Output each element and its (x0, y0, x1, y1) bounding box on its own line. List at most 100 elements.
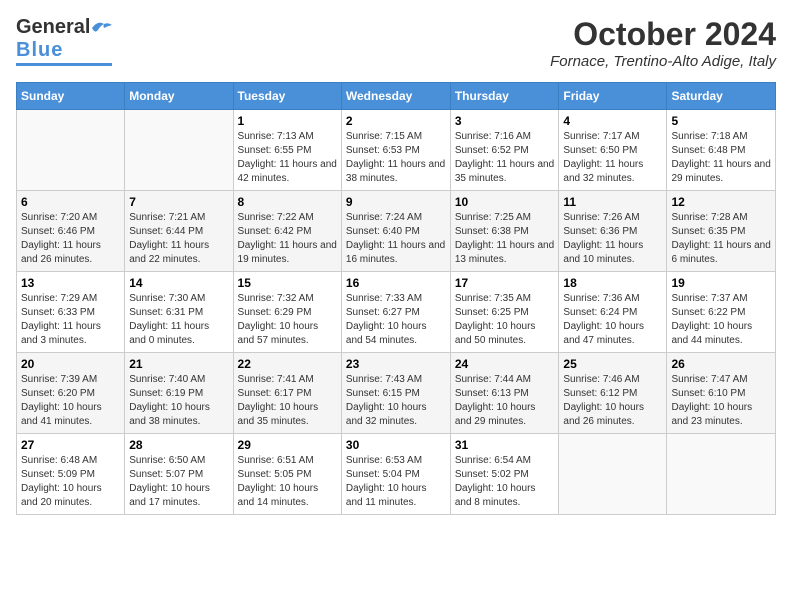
day-detail: Sunrise: 7:20 AM Sunset: 6:46 PM Dayligh… (21, 211, 120, 267)
calendar-cell: 22 Sunrise: 7:41 AM Sunset: 6:17 PM Dayli… (233, 353, 341, 434)
month-title: October 2024 (550, 16, 776, 53)
calendar-cell (667, 434, 776, 515)
day-number: 11 (563, 195, 662, 209)
day-detail: Sunrise: 7:41 AM Sunset: 6:17 PM Dayligh… (238, 373, 337, 429)
day-detail: Sunrise: 7:17 AM Sunset: 6:50 PM Dayligh… (563, 130, 662, 186)
calendar-cell (559, 434, 667, 515)
logo-general: General (16, 16, 90, 39)
col-header-monday: Monday (125, 83, 233, 110)
calendar-cell: 17Sunrise: 7:35 AM Sunset: 6:25 PM Dayli… (450, 272, 559, 353)
day-number: 22 (238, 357, 337, 371)
calendar-cell: 28 Sunrise: 6:50 AM Sunset: 5:07 PM Dayli… (125, 434, 233, 515)
calendar-cell: 12Sunrise: 7:28 AM Sunset: 6:35 PM Dayli… (667, 191, 776, 272)
day-detail: Sunrise: 6:48 AM Sunset: 5:09 PM Dayligh… (21, 454, 120, 510)
day-number: 10 (455, 195, 555, 209)
day-detail: Sunrise: 7:43 AM Sunset: 6:15 PM Dayligh… (346, 373, 446, 429)
day-detail: Sunrise: 7:21 AM Sunset: 6:44 PM Dayligh… (129, 211, 228, 267)
calendar-cell: 3 Sunrise: 7:16 AM Sunset: 6:52 PM Daylig… (450, 110, 559, 191)
day-detail: Sunrise: 7:28 AM Sunset: 6:35 PM Dayligh… (671, 211, 771, 267)
day-detail: Sunrise: 7:29 AM Sunset: 6:33 PM Dayligh… (21, 292, 120, 348)
page-header: General Blue October 2024 Fornace, Trent… (16, 16, 776, 70)
day-detail: Sunrise: 6:53 AM Sunset: 5:04 PM Dayligh… (346, 454, 446, 510)
calendar-cell: 21 Sunrise: 7:40 AM Sunset: 6:19 PM Dayli… (125, 353, 233, 434)
calendar-cell: 29 Sunrise: 6:51 AM Sunset: 5:05 PM Dayli… (233, 434, 341, 515)
day-detail: Sunrise: 7:39 AM Sunset: 6:20 PM Dayligh… (21, 373, 120, 429)
calendar-cell: 13 Sunrise: 7:29 AM Sunset: 6:33 PM Dayli… (17, 272, 125, 353)
calendar-cell (17, 110, 125, 191)
day-detail: Sunrise: 7:35 AM Sunset: 6:25 PM Dayligh… (455, 292, 555, 348)
col-header-tuesday: Tuesday (233, 83, 341, 110)
day-detail: Sunrise: 6:54 AM Sunset: 5:02 PM Dayligh… (455, 454, 555, 510)
day-number: 3 (455, 114, 555, 128)
day-detail: Sunrise: 7:40 AM Sunset: 6:19 PM Dayligh… (129, 373, 228, 429)
day-number: 1 (238, 114, 337, 128)
day-detail: Sunrise: 7:30 AM Sunset: 6:31 PM Dayligh… (129, 292, 228, 348)
logo-bird-icon (90, 20, 112, 36)
calendar-cell: 4 Sunrise: 7:17 AM Sunset: 6:50 PM Daylig… (559, 110, 667, 191)
calendar-cell: 5 Sunrise: 7:18 AM Sunset: 6:48 PM Daylig… (667, 110, 776, 191)
day-number: 20 (21, 357, 120, 371)
day-detail: Sunrise: 6:51 AM Sunset: 5:05 PM Dayligh… (238, 454, 337, 510)
day-number: 9 (346, 195, 446, 209)
day-detail: Sunrise: 7:16 AM Sunset: 6:52 PM Dayligh… (455, 130, 555, 186)
day-number: 29 (238, 438, 337, 452)
day-detail: Sunrise: 7:37 AM Sunset: 6:22 PM Dayligh… (671, 292, 771, 348)
logo: General Blue (16, 16, 112, 66)
calendar-cell: 20 Sunrise: 7:39 AM Sunset: 6:20 PM Dayli… (17, 353, 125, 434)
calendar-cell: 1 Sunrise: 7:13 AM Sunset: 6:55 PM Daylig… (233, 110, 341, 191)
calendar-cell: 26 Sunrise: 7:47 AM Sunset: 6:10 PM Dayli… (667, 353, 776, 434)
calendar-table: SundayMondayTuesdayWednesdayThursdayFrid… (16, 82, 776, 515)
day-detail: Sunrise: 7:13 AM Sunset: 6:55 PM Dayligh… (238, 130, 337, 186)
day-number: 16 (346, 276, 446, 290)
day-detail: Sunrise: 7:47 AM Sunset: 6:10 PM Dayligh… (671, 373, 771, 429)
day-detail: Sunrise: 7:18 AM Sunset: 6:48 PM Dayligh… (671, 130, 771, 186)
day-number: 13 (21, 276, 120, 290)
col-header-friday: Friday (559, 83, 667, 110)
day-detail: Sunrise: 7:44 AM Sunset: 6:13 PM Dayligh… (455, 373, 555, 429)
calendar-cell: 6 Sunrise: 7:20 AM Sunset: 6:46 PM Daylig… (17, 191, 125, 272)
day-number: 21 (129, 357, 228, 371)
calendar-cell (125, 110, 233, 191)
day-detail: Sunrise: 7:46 AM Sunset: 6:12 PM Dayligh… (563, 373, 662, 429)
calendar-cell: 14 Sunrise: 7:30 AM Sunset: 6:31 PM Dayli… (125, 272, 233, 353)
day-number: 14 (129, 276, 228, 290)
day-number: 4 (563, 114, 662, 128)
location-subtitle: Fornace, Trentino-Alto Adige, Italy (550, 53, 776, 70)
calendar-cell: 8 Sunrise: 7:22 AM Sunset: 6:42 PM Daylig… (233, 191, 341, 272)
day-detail: Sunrise: 7:32 AM Sunset: 6:29 PM Dayligh… (238, 292, 337, 348)
calendar-cell: 19Sunrise: 7:37 AM Sunset: 6:22 PM Dayli… (667, 272, 776, 353)
day-detail: Sunrise: 7:15 AM Sunset: 6:53 PM Dayligh… (346, 130, 446, 186)
day-number: 2 (346, 114, 446, 128)
day-number: 8 (238, 195, 337, 209)
day-number: 24 (455, 357, 555, 371)
day-detail: Sunrise: 7:24 AM Sunset: 6:40 PM Dayligh… (346, 211, 446, 267)
day-number: 31 (455, 438, 555, 452)
col-header-wednesday: Wednesday (341, 83, 450, 110)
calendar-cell: 2 Sunrise: 7:15 AM Sunset: 6:53 PM Daylig… (341, 110, 450, 191)
day-detail: Sunrise: 7:36 AM Sunset: 6:24 PM Dayligh… (563, 292, 662, 348)
calendar-cell: 16Sunrise: 7:33 AM Sunset: 6:27 PM Dayli… (341, 272, 450, 353)
col-header-sunday: Sunday (17, 83, 125, 110)
day-number: 18 (563, 276, 662, 290)
calendar-cell: 7 Sunrise: 7:21 AM Sunset: 6:44 PM Daylig… (125, 191, 233, 272)
day-number: 5 (671, 114, 771, 128)
day-number: 7 (129, 195, 228, 209)
logo-blue: Blue (16, 39, 63, 62)
day-number: 6 (21, 195, 120, 209)
day-number: 30 (346, 438, 446, 452)
calendar-cell: 10Sunrise: 7:25 AM Sunset: 6:38 PM Dayli… (450, 191, 559, 272)
calendar-cell: 30 Sunrise: 6:53 AM Sunset: 5:04 PM Dayli… (341, 434, 450, 515)
day-detail: Sunrise: 7:26 AM Sunset: 6:36 PM Dayligh… (563, 211, 662, 267)
day-number: 23 (346, 357, 446, 371)
day-detail: Sunrise: 6:50 AM Sunset: 5:07 PM Dayligh… (129, 454, 228, 510)
day-number: 28 (129, 438, 228, 452)
calendar-cell: 11 Sunrise: 7:26 AM Sunset: 6:36 PM Dayli… (559, 191, 667, 272)
day-detail: Sunrise: 7:22 AM Sunset: 6:42 PM Dayligh… (238, 211, 337, 267)
col-header-thursday: Thursday (450, 83, 559, 110)
calendar-cell: 9 Sunrise: 7:24 AM Sunset: 6:40 PM Daylig… (341, 191, 450, 272)
title-block: October 2024 Fornace, Trentino-Alto Adig… (550, 16, 776, 70)
day-number: 15 (238, 276, 337, 290)
calendar-cell: 27Sunrise: 6:48 AM Sunset: 5:09 PM Dayli… (17, 434, 125, 515)
day-number: 25 (563, 357, 662, 371)
day-number: 26 (671, 357, 771, 371)
